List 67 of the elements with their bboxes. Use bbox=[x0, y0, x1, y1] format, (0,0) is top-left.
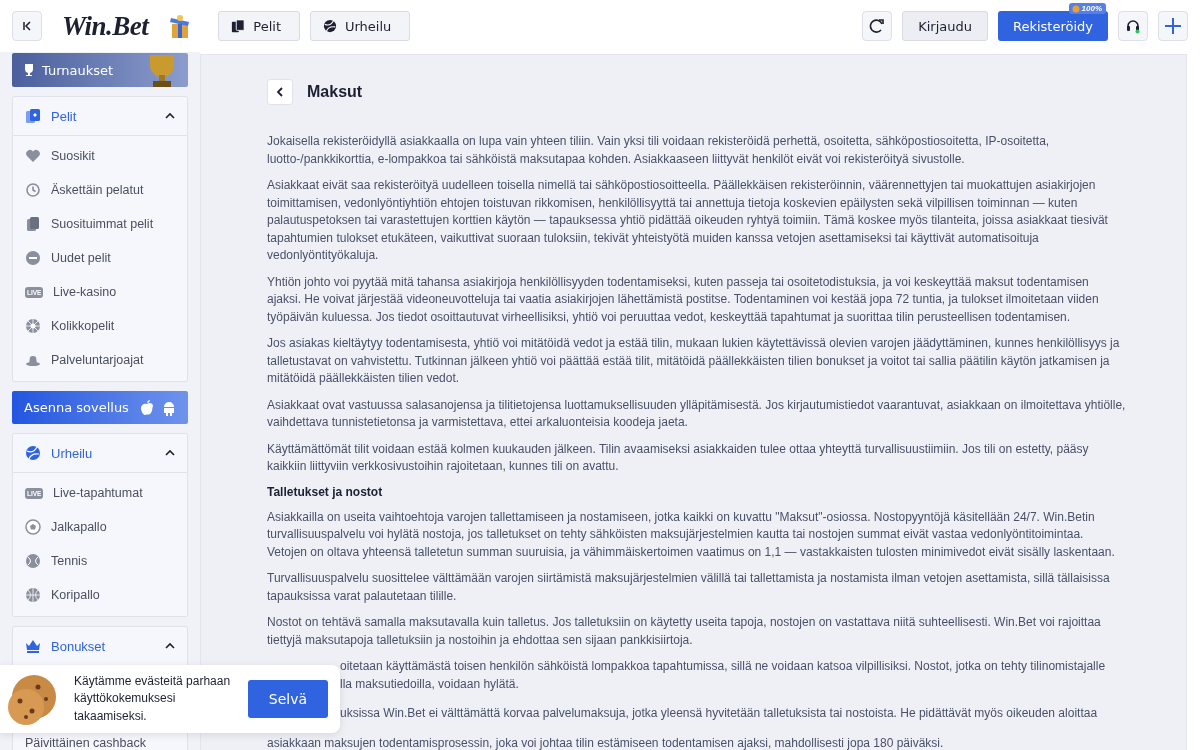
text-line: oitetaan käyttämästä toisen henkilön sähköistä lompakkoa tapahtumissa, sillä ne voidaan katsoa vilpillisiksi. Nostot, jotka on tehty tilinomistajalle bbox=[340, 659, 1106, 673]
refresh-button[interactable] bbox=[862, 11, 893, 41]
login-button[interactable]: Kirjaudu bbox=[902, 11, 988, 41]
menu-item[interactable]: Äskettäin pelatut bbox=[51, 183, 144, 197]
support-button[interactable] bbox=[1118, 11, 1148, 41]
caret-icon[interactable] bbox=[165, 641, 175, 651]
paragraph: Asiakkailla on useita vaihtoehtoja varojen tallettamiseen ja nostamiseen, jotka kaikki on kuvattu "Maksut"-osiossa. Nostopyyntöjä käsitellään 24/7. Win.Betin turvallisuuspalvelu voi hylätä nostoja, jos talletukset on tehty sähköisten maksujärjestelmien kautta tai nostojen summat eivät vastaa vedonlyöntitoimintaa. Vetojen on oltava yhteensä talletetun summan suuruisia, ja vähimmäiskertoimen vaatimus on 1,1 — vastakkaisten tulosten minimivedot eivät sisälly laskentaan. bbox=[267, 508, 1116, 561]
paragraph: asiakkaan maksujen todentamisprosessin, joka voi johtaa tilin estämiseen todentamisen ajaksi, mahdollisesti jopa 180 päiväksi. bbox=[267, 734, 945, 750]
paragraph: Turvallisuuspalvelu suosittelee välttämään varojen siirtämistä maksujärjestelmien välillä tai tallettamista ja nostamista ilman vetojen asettamista, sillä tällaisissa tapauksissa varat palautetaan tilille. bbox=[267, 570, 1111, 605]
volleyball-icon bbox=[323, 19, 337, 33]
refresh-icon bbox=[869, 18, 886, 34]
ball-icon bbox=[25, 519, 41, 535]
menu-item[interactable]: Kolikkopelit bbox=[51, 319, 115, 333]
nav-button[interactable]: Urheilu bbox=[310, 11, 411, 41]
section-title[interactable]: Pelit bbox=[51, 108, 155, 124]
paragraph: Yhtiön johto voi pyytää mitä tahansa asiakirjoja henkilöllisyyden todentamiseksi, kuten passeja tai osoitetodistuksia, ja voi keskeyttää maksut todentamisen ajaksi. He voivat järjestää videoneuvotteluja tai vaatia asiakirjojen lähettämistä postitse. Todentaminen voi kestää jopa 72 tuntia, ja tulokset ilmoitetaan viiden työpäivän kuluessa. Jos tiedot osoittautuvat virheellisiksi, yhtiö voi peruuttaa vedot, keskeyttää tapahtumat ja suorittaa tilin perusteellisen todentamisen. bbox=[267, 273, 1100, 326]
cards-icon bbox=[231, 19, 246, 33]
menu-item[interactable]: Palveluntarjoajat bbox=[51, 353, 144, 367]
menu-item[interactable]: Uudet pelit bbox=[51, 251, 111, 265]
menu-item[interactable]: Jalkapallo bbox=[51, 520, 107, 534]
basketball-icon bbox=[25, 587, 41, 603]
paragraph: Käyttämättömät tilit voidaan estää kolmen kuukauden jälkeen. Tilin avaamiseksi asiakkaiden tulee ottaa yhteyttä turvallisuustiimiin. Jos tili on estetty, pääsy kaikkiin liittyviin verkkosivustoihin rajoitetaan, kunnes tili on avattu. bbox=[267, 440, 1090, 475]
volleyball-icon bbox=[25, 445, 41, 461]
heart-icon bbox=[25, 148, 41, 164]
android-icon bbox=[162, 399, 176, 416]
cookie-notice: Käytämme evästeitä parhaan käyttökokemuksesi takaamiseksi. bbox=[74, 672, 232, 725]
nav-button[interactable]: Pelit bbox=[218, 11, 300, 41]
menu-item[interactable]: Tennis bbox=[51, 554, 88, 568]
back-button[interactable] bbox=[267, 79, 293, 105]
headset-icon bbox=[1125, 18, 1141, 34]
paragraph: Nostot on tehtävä samalla maksutavalla kuin talletus. Jos talletuksiin on käytetty useita tapoja, nostojen on vastattava niitä suhteellisesti. Win.Bet voi rajoittaa tiettyjä maksutapoja talletuksiin ja nostoihin ja ehdottaa sen sijaan pankkisiirtoja. bbox=[267, 614, 1102, 649]
menu-item[interactable]: Koripallo bbox=[51, 588, 100, 602]
install-app-button[interactable]: Asenna sovellus bbox=[12, 391, 188, 424]
clock-icon bbox=[25, 182, 41, 198]
back-icon bbox=[276, 87, 284, 97]
crown-icon bbox=[25, 638, 41, 654]
section-title[interactable]: Urheilu bbox=[51, 445, 155, 461]
caret-icon[interactable] bbox=[165, 111, 175, 121]
paragraph: Jokaisella rekisteröidyllä asiakkaalla on lupa vain yhteen tiliin. Vain yksi tili voidaan rekisteröidä perhettä, osoitetta, sähköpostiosoitetta, IP-osoitetta, luotto-/pankkikorttia, e-lompakkoa tai sähköistä maksutapaa kohden. Asiakkaaseen liittyvät henkilöt eivät voi rekisteröityä sivustolle. bbox=[267, 133, 1051, 168]
cards-icon bbox=[25, 216, 41, 232]
collapse-icon bbox=[22, 21, 32, 31]
tennis-ball-icon bbox=[25, 553, 41, 569]
page-title: Maksut bbox=[307, 83, 363, 101]
section-title[interactable]: Bonukset bbox=[51, 638, 155, 654]
apple-icon bbox=[140, 399, 154, 416]
plus-icon bbox=[1164, 17, 1182, 35]
menu-item[interactable]: Päivittäinen cashback bbox=[25, 736, 146, 750]
accept-button[interactable]: Selvä bbox=[248, 680, 328, 718]
wheel-icon bbox=[25, 318, 41, 334]
cards-icon bbox=[25, 108, 41, 124]
text-line: lla maksutiedoilla, voidaan hylätä. bbox=[340, 676, 519, 691]
collapse-button[interactable] bbox=[12, 11, 42, 41]
menu-item[interactable]: Live-kasino bbox=[53, 285, 117, 299]
section-heading: Talletukset ja nostot bbox=[267, 484, 384, 499]
add-button[interactable] bbox=[1158, 11, 1188, 41]
caret-icon[interactable] bbox=[165, 448, 175, 458]
text-line: uksissa Win.Bet ei välttämättä korvaa palvelumaksuja, jotka yleensä hyvitetään talletuksista tai nostoista. He pidättävät myös oikeuden aloittaa bbox=[340, 706, 1098, 720]
menu-item[interactable]: Suosituimmat pelit bbox=[51, 217, 154, 231]
paragraph: Asiakkaat ovat vastuussa salasanojensa ja tilitietojensa luottamuksellisuuden ylläpitämisestä. Jos kirjautumistiedot vaarantuvat, asiakkaan on ilmoitettava yhtiölle, vaihdettava tunnistetietonsa ja varmistettava, ettei arkaluonteisia koodeja jaeta. bbox=[267, 396, 1126, 431]
paragraph: Asiakkaat eivät saa rekisteröityä uudelleen toisella nimellä tai sähköpostiosoitteella. Päällekkäisen rekisteröinnin, väärennettyjen tai muokattujen asiakirjojen toimittamisen, vedonlyöntiyhtiön ehtojen toistuvan rikkomisen, henkilöllisyyttä tai annettuja tietoja koskevien epäilysten sekä vilpillisen toiminnan — kuten palautuspetoksen tai varastettujen korttien käytön — tapauksessa yhtiö pidättää oikeuden ryhtyä toimiin. Tämä koskee myös tilanteita, joissa asiakkaat tiesivät tapahtumien tulokset etukäteen, vaikuttivat suoraan tuloksiin, tekivät yhteistyötä muiden kanssa vetojen asettamiseksi tai käyttivät automatisoituja vedonlyöntityökaluja. bbox=[267, 177, 1109, 264]
menu-item[interactable]: Live-tapahtumat bbox=[53, 486, 143, 500]
menu-item[interactable]: Suosikit bbox=[51, 149, 95, 163]
bonus-badge: 100% bbox=[1068, 3, 1106, 14]
logo[interactable]: Win.Bet bbox=[62, 10, 149, 42]
register-button[interactable]: Rekisteröidy bbox=[997, 11, 1108, 41]
paragraph: Jos asiakas kieltäytyy todentamisesta, yhtiö voi mitätöidä vedot ja estää tilin, mukaan lukien käytettävissä olevien varojen jäädyttäminen, kunnes henkilöllisyys ja talletustavat on vahvistettu. Tutkinnan jälkeen yhtiö voi päättää estää tilit, mitätöidä päällekkäisten tilien bonukset ja voitot tai sallia päätilin käytön jatkamisen ja mitätöidä päällekkäisten tilien vedot. bbox=[267, 335, 1121, 387]
tournaments-banner[interactable]: Turnaukset bbox=[12, 53, 188, 87]
